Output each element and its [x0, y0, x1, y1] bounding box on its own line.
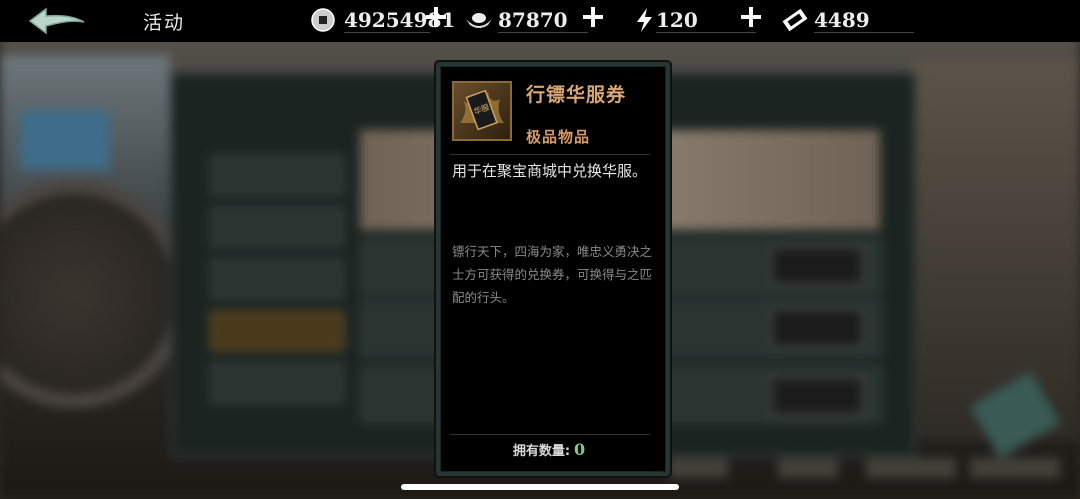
- add-coin-button[interactable]: [425, 6, 447, 28]
- item-description: 用于在聚宝商城中兑换华服。: [452, 162, 648, 180]
- item-name: 行镖华服券: [526, 84, 627, 106]
- coin-icon: [311, 8, 335, 32]
- home-indicator[interactable]: [401, 484, 679, 490]
- back-arrow-icon: [28, 7, 85, 35]
- item-rarity: 极品物品: [526, 128, 591, 146]
- owned-label: 拥有数量:: [512, 444, 571, 459]
- item-tooltip-card: 华服 行镖华服券 极品物品 用于在聚宝商城中兑换华服。 镖行天下，四海为家，唯忠…: [436, 62, 670, 476]
- stamina-amount: 120: [656, 8, 698, 32]
- divider: [450, 434, 650, 435]
- page-title: 活动: [143, 12, 186, 34]
- top-bar: 活动 49254981 87870 120 4489: [0, 0, 1080, 42]
- ticket-amount: 4489: [814, 8, 870, 32]
- add-stamina-button[interactable]: [740, 6, 762, 28]
- ticket-icon: [782, 8, 808, 32]
- silver-ingot-icon: [466, 13, 492, 28]
- item-lore: 镖行天下，四海为家，唯忠义勇决之士方可获得的兑换券，可换得与之匹配的行头。: [452, 244, 653, 305]
- lightning-icon: [637, 8, 652, 32]
- owned-count-row: 拥有数量: 0: [440, 440, 658, 459]
- add-silver-button[interactable]: [582, 6, 604, 28]
- back-button[interactable]: [26, 6, 88, 36]
- divider: [450, 154, 650, 155]
- voucher-item-icon: 华服: [452, 81, 512, 141]
- owned-count: 0: [574, 440, 586, 459]
- silver-amount: 87870: [498, 8, 568, 32]
